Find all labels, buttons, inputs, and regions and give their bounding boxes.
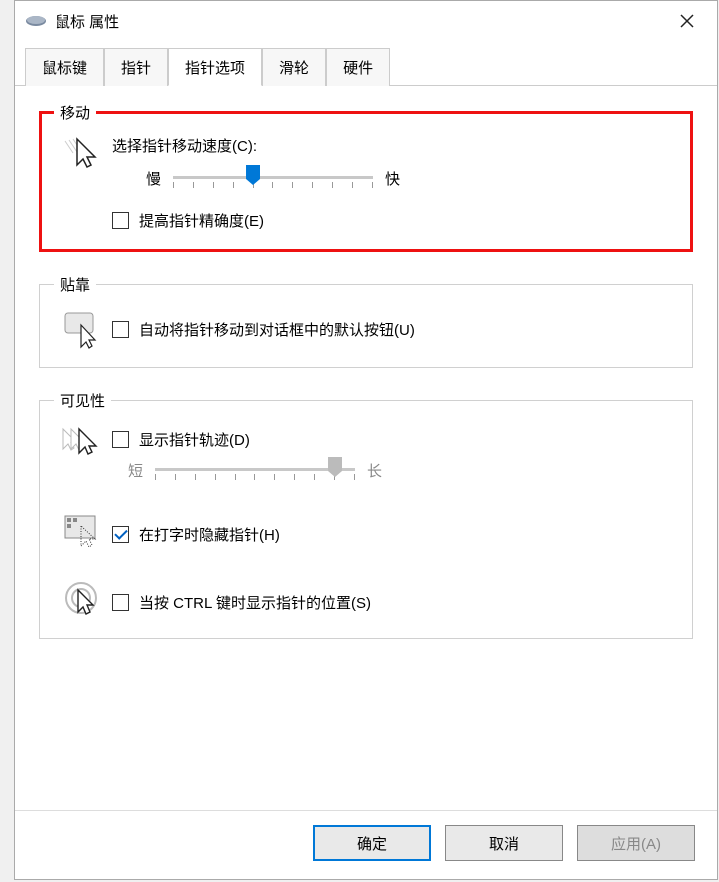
trail-icon bbox=[54, 425, 112, 461]
speed-slider[interactable] bbox=[173, 166, 373, 190]
ctrl-label: 当按 CTRL 键时显示指针的位置(S) bbox=[139, 592, 371, 613]
speed-label: 选择指针移动速度(C): bbox=[112, 135, 678, 156]
tab-2[interactable]: 指针选项 bbox=[168, 48, 262, 86]
motion-cursor-icon bbox=[54, 135, 112, 171]
ctrl-checkbox-row[interactable]: 当按 CTRL 键时显示指针的位置(S) bbox=[112, 592, 678, 613]
tab-4[interactable]: 硬件 bbox=[326, 48, 390, 86]
mouse-properties-window: 鼠标 属性 鼠标键指针指针选项滑轮硬件 移动 选择指针移动速度(C): 慢 bbox=[14, 0, 718, 880]
ctrl-checkbox[interactable] bbox=[112, 594, 129, 611]
precision-checkbox[interactable] bbox=[112, 212, 129, 229]
trail-checkbox-row[interactable]: 显示指针轨迹(D) bbox=[112, 429, 678, 450]
trail-short-label: 短 bbox=[128, 460, 143, 481]
snap-icon bbox=[54, 309, 112, 349]
hide-label: 在打字时隐藏指针(H) bbox=[139, 524, 280, 545]
snap-label: 自动将指针移动到对话框中的默认按钮(U) bbox=[139, 319, 415, 340]
dialog-buttons: 确定 取消 应用(A) bbox=[15, 810, 717, 879]
speed-slow-label: 慢 bbox=[146, 168, 161, 189]
group-motion-legend: 移动 bbox=[54, 102, 96, 123]
trail-label: 显示指针轨迹(D) bbox=[139, 429, 250, 450]
group-visibility: 可见性 显示指针轨迹(D) bbox=[39, 390, 693, 639]
ctrl-locate-icon bbox=[54, 578, 112, 620]
trail-checkbox[interactable] bbox=[112, 431, 129, 448]
hide-typing-icon bbox=[54, 512, 112, 548]
snap-checkbox-row[interactable]: 自动将指针移动到对话框中的默认按钮(U) bbox=[112, 319, 678, 340]
precision-checkbox-row[interactable]: 提高指针精确度(E) bbox=[112, 210, 678, 231]
titlebar: 鼠标 属性 bbox=[15, 1, 717, 41]
snap-checkbox[interactable] bbox=[112, 321, 129, 338]
precision-label: 提高指针精确度(E) bbox=[139, 210, 264, 231]
hide-checkbox[interactable] bbox=[112, 526, 129, 543]
group-visibility-legend: 可见性 bbox=[54, 390, 111, 411]
ok-button[interactable]: 确定 bbox=[313, 825, 431, 861]
tab-3[interactable]: 滑轮 bbox=[262, 48, 326, 86]
trail-slider bbox=[155, 458, 355, 482]
trail-long-label: 长 bbox=[367, 460, 382, 481]
window-title: 鼠标 属性 bbox=[55, 11, 667, 32]
speed-fast-label: 快 bbox=[385, 168, 400, 189]
group-snap: 贴靠 自动将指针移动到对话框中的默认按钮(U) bbox=[39, 274, 693, 368]
tab-content: 移动 选择指针移动速度(C): 慢 bbox=[15, 86, 717, 810]
tab-1[interactable]: 指针 bbox=[104, 48, 168, 86]
apply-button[interactable]: 应用(A) bbox=[577, 825, 695, 861]
cancel-button[interactable]: 取消 bbox=[445, 825, 563, 861]
hide-checkbox-row[interactable]: 在打字时隐藏指针(H) bbox=[112, 524, 678, 545]
group-motion: 移动 选择指针移动速度(C): 慢 bbox=[39, 102, 693, 252]
tab-0[interactable]: 鼠标键 bbox=[25, 48, 104, 86]
tab-bar: 鼠标键指针指针选项滑轮硬件 bbox=[15, 47, 717, 86]
mouse-icon bbox=[25, 14, 47, 28]
close-button[interactable] bbox=[667, 6, 707, 36]
group-snap-legend: 贴靠 bbox=[54, 274, 96, 295]
